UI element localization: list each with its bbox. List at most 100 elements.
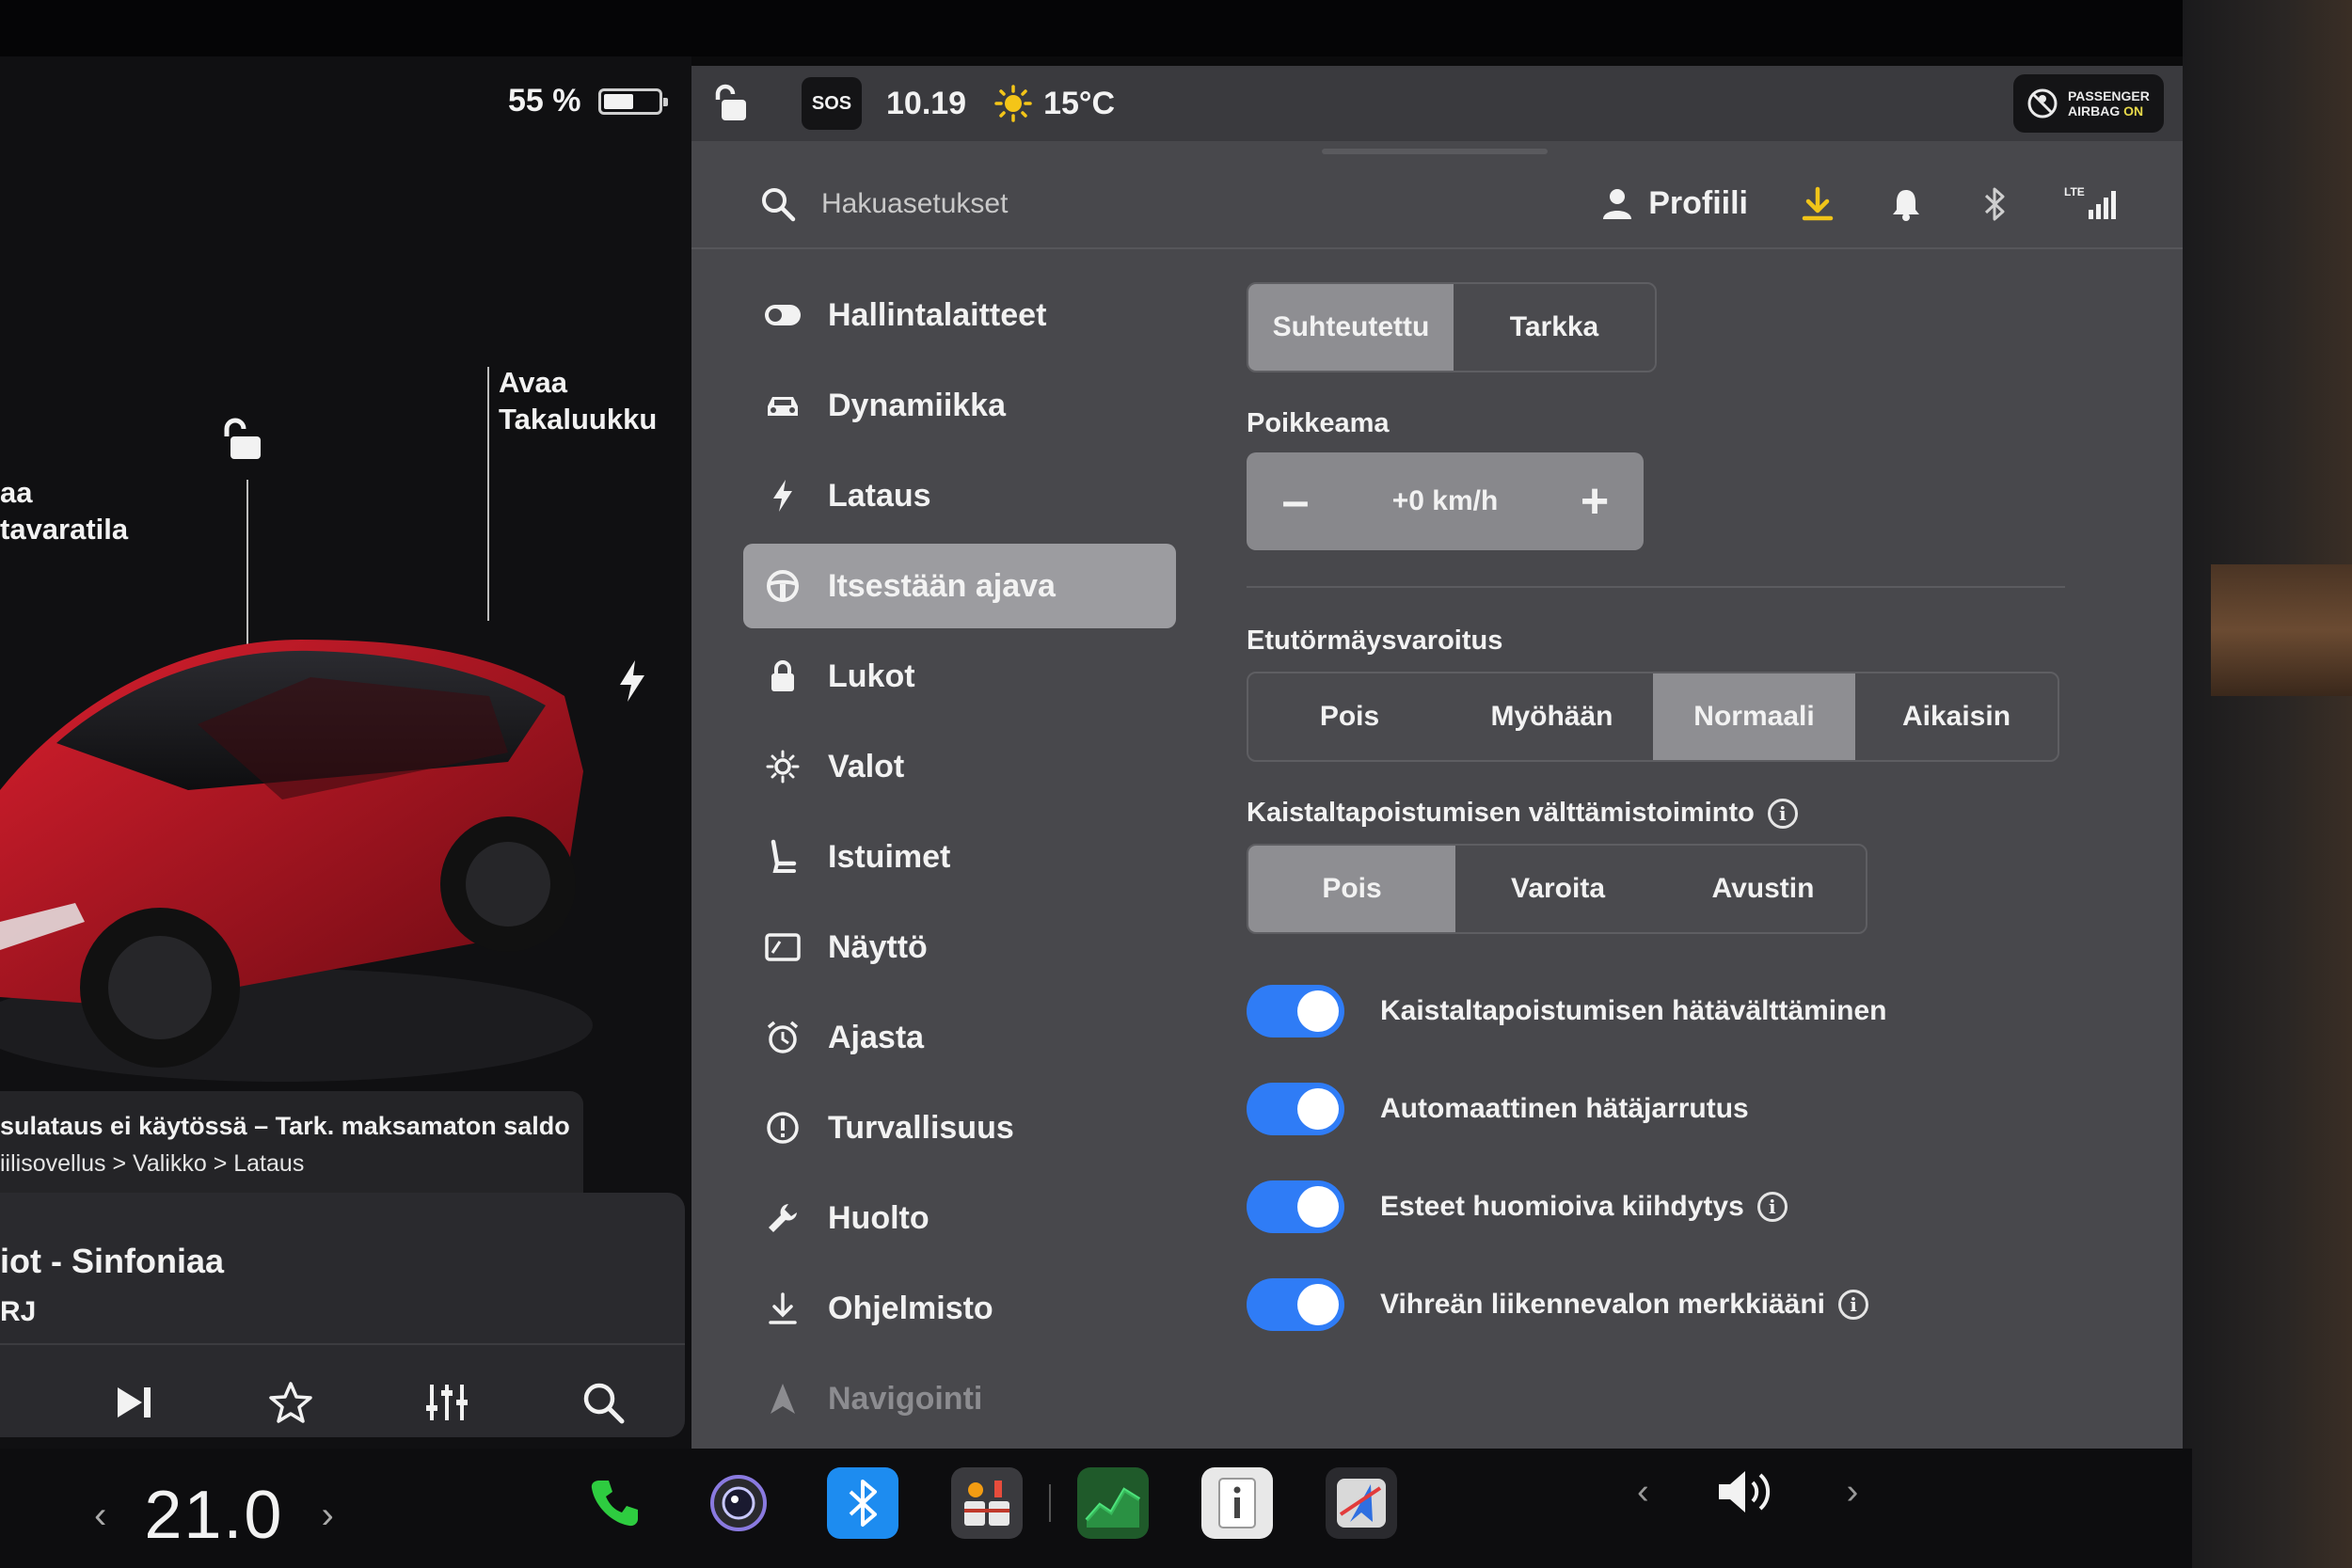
sidebar-item-schedule[interactable]: Ajasta [743,995,1176,1080]
sidebar-item-locks[interactable]: Lukot [743,634,1176,719]
sidebar-item-autopilot[interactable]: Itsestään ajava [743,544,1176,628]
sidebar-item-label: Istuimet [828,838,951,875]
track-title: iot - Sinfoniaa [0,1242,224,1280]
battery-percent: 55 % [508,83,581,119]
panel-drag-handle[interactable] [1322,149,1548,154]
toggle-label: Kaistaltapoistumisen hätävälttäminen [1380,995,1887,1027]
fcw-normal-option[interactable]: Normaali [1653,673,1855,760]
sidebar-item-seats[interactable]: Istuimet [743,815,1176,899]
green-light-chime-toggle[interactable] [1247,1278,1344,1332]
fcw-late-option[interactable]: Myöhään [1451,673,1653,760]
sidebar-item-lights[interactable]: Valot [743,724,1176,809]
sidebar-item-display[interactable]: Näyttö [743,905,1176,990]
speed-mode-fixed-option[interactable]: Tarkka [1454,284,1655,371]
fcw-label: Etutörmäysvaroitus [1247,626,1503,656]
unlocked-icon[interactable] [221,416,264,463]
frunk-callout[interactable]: aa tavaratila [0,475,128,548]
lane-off-option[interactable]: Pois [1248,846,1455,933]
lane-departure-label-row: Kaistaltapoistumisen välttämistoiminto i [1247,798,2084,830]
speed-mode-relative-option[interactable]: Suhteutettu [1248,284,1454,371]
navigation-app-icon[interactable] [1326,1467,1397,1539]
notification-bell-icon[interactable] [1887,185,1925,223]
lane-warn-option[interactable]: Varoita [1455,846,1661,932]
cabin-temperature[interactable]: 21.0 [144,1477,283,1554]
info-icon[interactable]: i [1767,799,1798,830]
sidebar-item-charging[interactable]: Lataus [743,453,1176,538]
fcw-off-option[interactable]: Pois [1248,673,1451,760]
seat-icon [764,838,802,876]
next-track-icon[interactable] [103,1371,166,1433]
automatic-emergency-braking-toggle[interactable] [1247,1083,1344,1136]
sidebar-item-software[interactable]: Ohjelmisto [743,1266,1176,1351]
volume-up-chevron-icon[interactable]: › [1847,1472,1859,1513]
settings-sidebar: Hallintalaitteet Dynamiikka Lataus Itses… [743,273,1176,1447]
toybox-icon[interactable] [951,1467,1023,1539]
media-search-icon[interactable] [572,1371,634,1433]
trunk-callout[interactable]: Avaa Takaluukku [499,365,657,438]
sidebar-item-label: Lukot [828,657,915,694]
sidebar-item-navigation[interactable]: Navigointi [743,1356,1176,1441]
info-icon[interactable]: i [1838,1290,1868,1321]
fcw-early-option[interactable]: Aikaisin [1855,673,2058,760]
status-bar: SOS 10.19 15°C PASSENGER AIRBAG ON [691,66,2183,141]
car-icon [764,387,802,424]
sidebar-item-safety[interactable]: Turvallisuus [743,1085,1176,1170]
sidebar-item-service[interactable]: Huolto [743,1176,1176,1260]
airbag-state: ON [2123,103,2144,119]
alert-icon [764,1109,802,1147]
sidebar-item-label: Ajasta [828,1019,925,1055]
speaker-icon[interactable] [1715,1465,1781,1518]
temperature-up-chevron-icon[interactable]: › [321,1495,333,1537]
toggle-row-emergency-lane-departure[interactable]: Kaistaltapoistumisen hätävälttäminen [1247,962,2084,1060]
settings-header: Profiili LTE [691,160,2183,249]
favorite-star-icon[interactable] [260,1371,322,1433]
dashboard-wood-trim [2211,564,2352,696]
offset-label: Poikkeama [1247,408,1390,438]
battery-status: 55 % [508,83,668,119]
increase-offset-button[interactable]: + [1574,477,1615,526]
temperature-down-chevron-icon[interactable]: ‹ [94,1495,106,1537]
toggle-label: Esteet huomioiva kiihdytys [1380,1191,1744,1223]
lane-assist-option[interactable]: Avustin [1661,846,1866,932]
toggle-row-automatic-emergency-braking[interactable]: Automaattinen hätäjarrutus [1247,1060,2084,1158]
lock-icon [764,657,802,695]
phone-icon[interactable] [579,1467,650,1539]
info-icon[interactable]: i [1756,1192,1788,1223]
sidebar-item-dynamics[interactable]: Dynamiikka [743,363,1176,448]
sidebar-item-label: Itsestään ajava [828,567,1056,604]
unlocked-status-icon[interactable] [712,83,750,124]
outside-temperature: 15°C [1043,85,1116,121]
clock: 10.19 [886,85,967,121]
camera-icon[interactable] [703,1467,774,1539]
energy-icon[interactable] [1077,1467,1149,1539]
forward-collision-warning-selector: Pois Myöhään Normaali Aikaisin [1247,672,2059,762]
airbag-icon [2027,88,2058,119]
sidebar-item-controls[interactable]: Hallintalaitteet [743,273,1176,357]
volume-down-chevron-icon[interactable]: ‹ [1637,1472,1649,1513]
bluetooth-app-icon[interactable] [827,1467,898,1539]
profile-button[interactable]: Profiili [1601,185,1748,222]
media-controls [103,1371,634,1433]
bluetooth-icon[interactable] [1976,185,2013,223]
passenger-airbag-indicator: PASSENGER AIRBAG ON [2013,74,2164,133]
manual-icon[interactable] [1201,1467,1273,1539]
sos-button[interactable]: SOS [802,77,862,130]
sidebar-item-label: Lataus [828,477,931,514]
charge-port-icon[interactable] [616,658,648,704]
toggle-label: Automaattinen hätäjarrutus [1380,1093,1749,1125]
header-actions: Profiili LTE [1601,185,2117,223]
toggle-row-green-light-chime[interactable]: Vihreän liikennevalon merkkiääni i [1247,1256,2084,1354]
sidebar-item-label: Ohjelmisto [828,1290,993,1326]
person-icon [1603,188,1632,219]
media-player[interactable]: iot - Sinfoniaa RJ [0,1193,685,1437]
equalizer-icon[interactable] [416,1371,478,1433]
settings-search-input[interactable] [821,187,1348,220]
steering-wheel-icon [764,567,802,605]
bottom-taskbar: ‹ 21.0 › ‹ › [0,1449,2192,1568]
software-update-download-icon[interactable] [1799,185,1836,223]
obstacle-aware-acceleration-toggle[interactable] [1247,1180,1344,1234]
wrench-icon [764,1199,802,1237]
toggle-row-obstacle-aware-acceleration[interactable]: Esteet huomioiva kiihdytys i [1247,1158,2084,1256]
emergency-lane-departure-toggle[interactable] [1247,985,1344,1038]
decrease-offset-button[interactable]: – [1275,477,1316,526]
